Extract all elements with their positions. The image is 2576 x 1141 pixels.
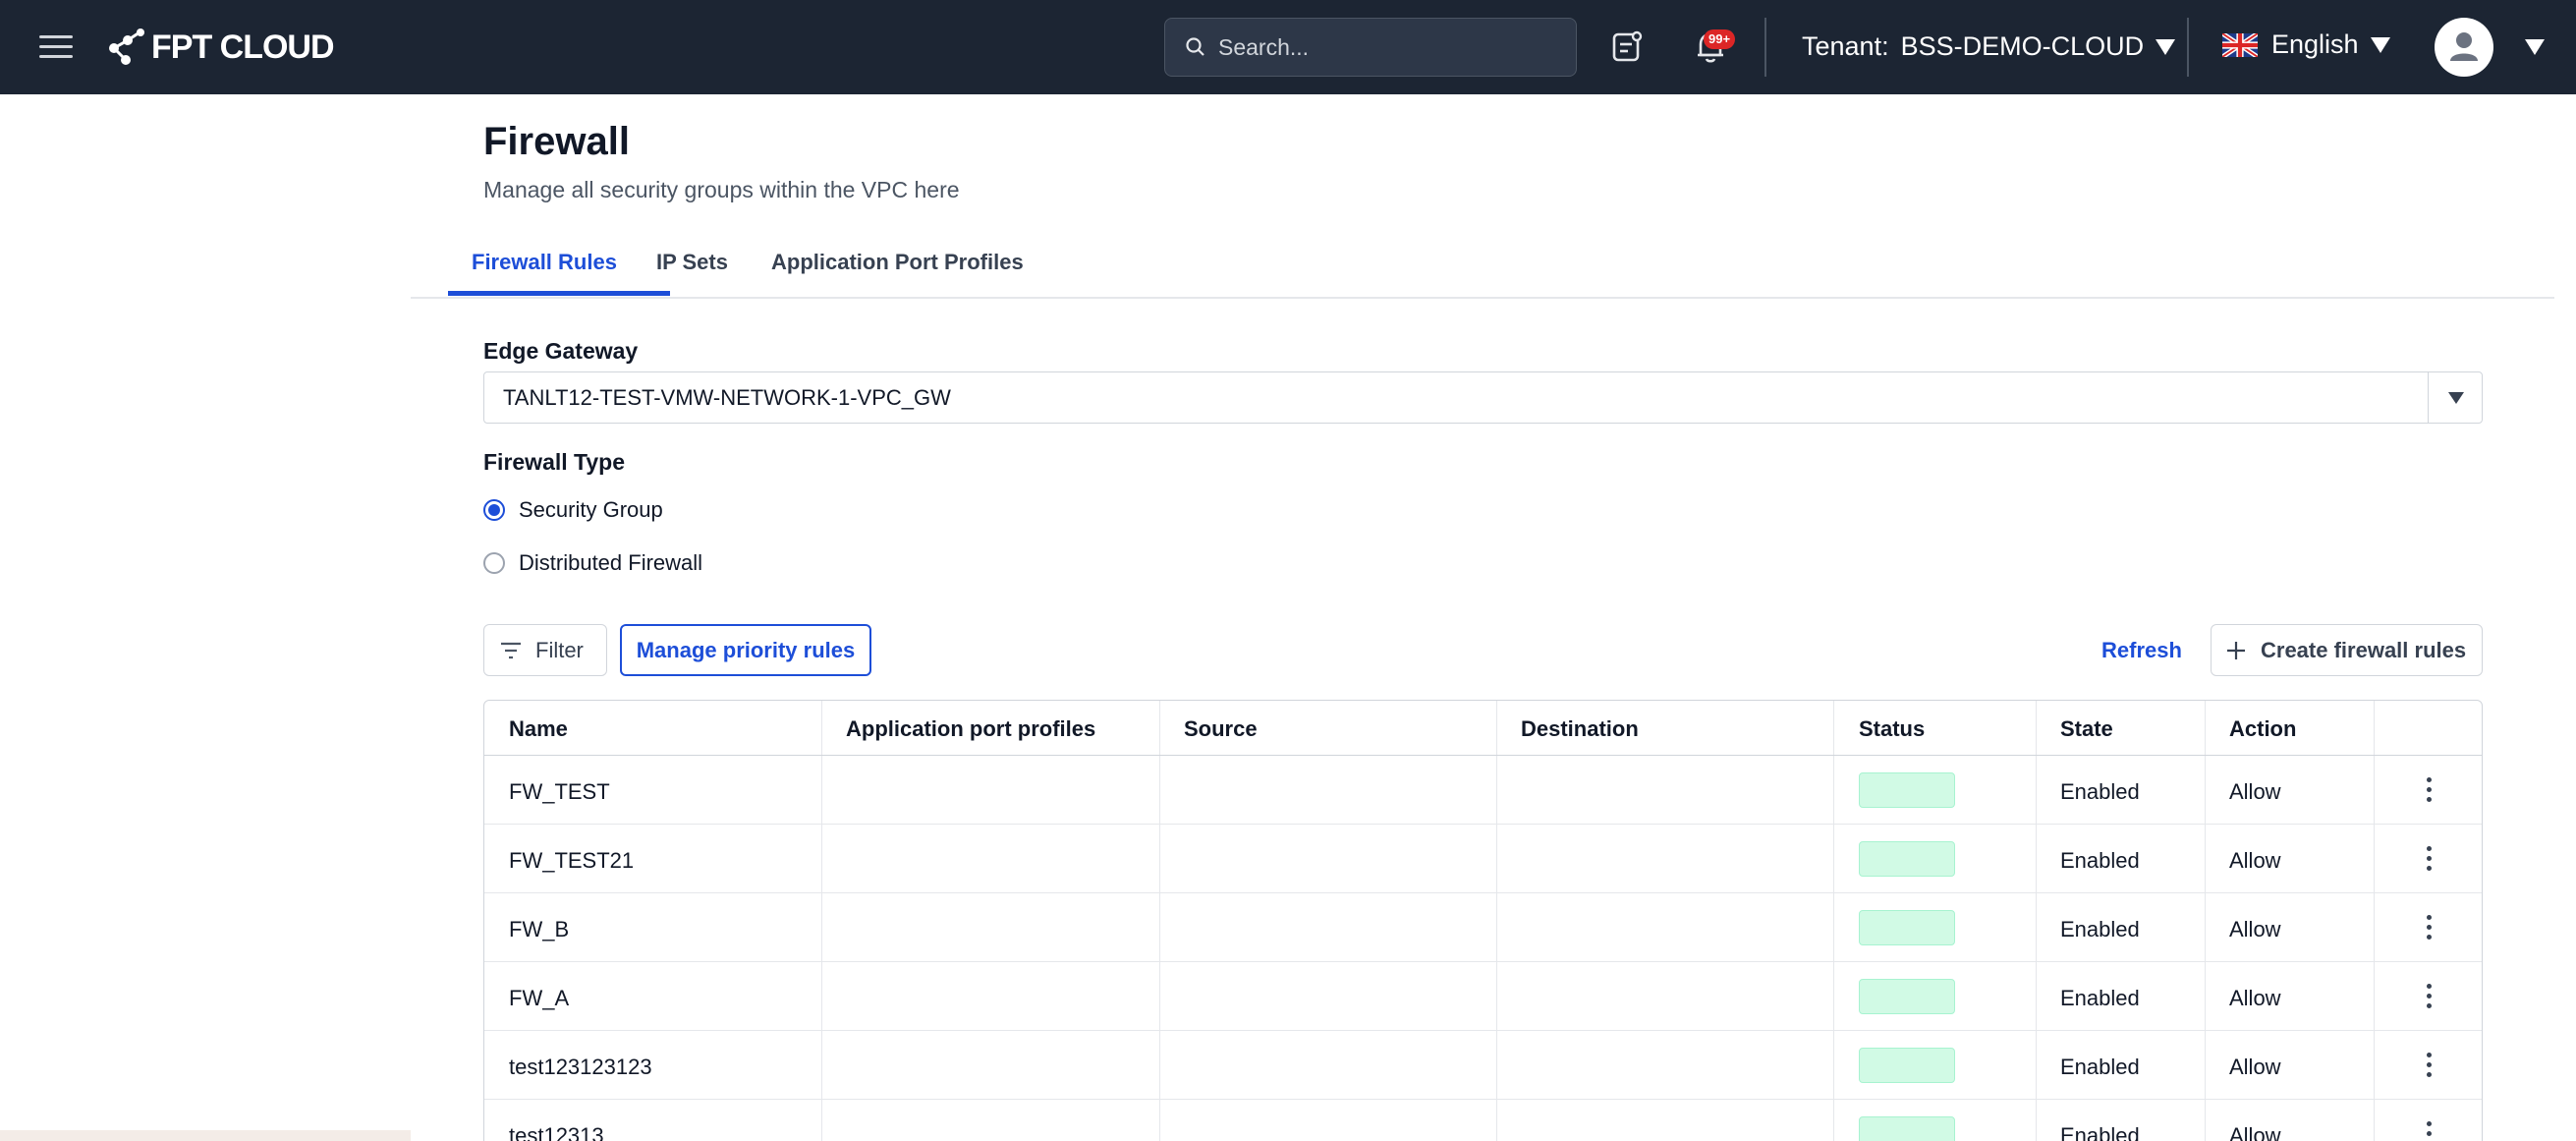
caret-down-icon — [2156, 38, 2176, 55]
rule-action: Allow — [2229, 1123, 2281, 1141]
filter-label: Filter — [535, 637, 584, 662]
user-icon — [2450, 32, 2478, 61]
top-navigation-bar: FPT CLOUD 99+ Tenant: BSS-DEMO-CLOUD — [0, 0, 2576, 94]
status-badge — [1859, 1116, 1955, 1141]
divider — [2187, 18, 2189, 77]
uk-flag-icon — [2222, 32, 2258, 57]
dropdown-arrow-icon[interactable] — [2428, 372, 2482, 423]
rule-action: Allow — [2229, 779, 2281, 804]
radio-distributed-firewall[interactable]: Distributed Firewall — [483, 550, 702, 576]
rule-action: Allow — [2229, 1055, 2281, 1079]
radio-label: Distributed Firewall — [519, 550, 703, 575]
table-row[interactable]: test123123123 Enabled Allow — [484, 1031, 2482, 1100]
rule-state: Enabled — [2060, 1055, 2140, 1079]
more-options-icon[interactable] — [2420, 913, 2439, 942]
more-options-icon[interactable] — [2420, 775, 2439, 805]
logo-network-icon — [109, 29, 144, 65]
status-badge — [1859, 979, 1955, 1014]
tasks-icon[interactable] — [1612, 29, 1644, 68]
status-badge — [1859, 910, 1955, 945]
scroll-edge — [0, 1130, 411, 1141]
column-header-status[interactable]: Status — [1859, 716, 1925, 742]
tab-firewall-rules[interactable]: Firewall Rules — [472, 250, 617, 275]
rule-name: FW_TEST — [509, 779, 610, 804]
rule-state: Enabled — [2060, 986, 2140, 1010]
filter-button[interactable]: Filter — [483, 624, 607, 676]
rule-state: Enabled — [2060, 1123, 2140, 1141]
language-label: English — [2271, 29, 2359, 59]
column-header-source[interactable]: Source — [1184, 716, 1258, 742]
status-badge — [1859, 772, 1955, 808]
plus-icon — [2227, 641, 2245, 659]
more-options-icon[interactable] — [2420, 982, 2439, 1011]
table-row[interactable]: FW_TEST Enabled Allow — [484, 756, 2482, 825]
rule-name: FW_A — [509, 986, 570, 1010]
page-subtitle: Manage all security groups within the VP… — [483, 177, 960, 202]
search-icon — [1186, 37, 1204, 56]
rule-state: Enabled — [2060, 917, 2140, 941]
manage-priority-rules-button[interactable]: Manage priority rules — [620, 624, 871, 676]
rule-action: Allow — [2229, 917, 2281, 941]
user-menu-caret-icon[interactable] — [2525, 39, 2545, 55]
column-header-destination[interactable]: Destination — [1521, 716, 1639, 742]
page-title: Firewall — [483, 120, 630, 163]
tab-application-port-profiles[interactable]: Application Port Profiles — [771, 250, 1024, 275]
rule-name: FW_TEST21 — [509, 848, 635, 873]
notification-badge: 99+ — [1704, 29, 1736, 49]
firewall-type-label: Firewall Type — [483, 449, 626, 475]
table-row[interactable]: test12313 Enabled Allow — [484, 1100, 2482, 1141]
create-firewall-rules-button[interactable]: Create firewall rules — [2211, 624, 2483, 676]
rule-action: Allow — [2229, 848, 2281, 873]
table-row[interactable]: FW_B Enabled Allow — [484, 893, 2482, 962]
tab-ip-sets[interactable]: IP Sets — [656, 250, 728, 275]
column-header-action[interactable]: Action — [2229, 716, 2296, 742]
caret-down-icon — [2370, 36, 2390, 53]
status-badge — [1859, 1048, 1955, 1083]
rule-state: Enabled — [2060, 779, 2140, 804]
tenant-selector[interactable]: Tenant: BSS-DEMO-CLOUD — [1802, 31, 2176, 62]
divider — [1764, 18, 1766, 77]
edge-gateway-select[interactable]: TANLT12-TEST-VMW-NETWORK-1-VPC_GW — [483, 371, 2483, 424]
user-avatar[interactable] — [2435, 18, 2493, 77]
more-options-icon[interactable] — [2420, 1051, 2439, 1080]
radio-button[interactable] — [483, 552, 505, 574]
table-header: Name Application port profiles Source De… — [484, 701, 2482, 756]
tab-bar: Firewall Rules IP Sets Application Port … — [411, 242, 2554, 299]
rule-name: FW_B — [509, 917, 570, 941]
more-options-icon[interactable] — [2420, 844, 2439, 874]
radio-security-group[interactable]: Security Group — [483, 497, 663, 523]
active-tab-indicator — [448, 291, 670, 296]
filter-icon — [501, 642, 521, 658]
brand-logo[interactable]: FPT CLOUD — [104, 26, 335, 69]
rule-name: test123123123 — [509, 1055, 652, 1079]
table-row[interactable]: FW_TEST21 Enabled Allow — [484, 825, 2482, 893]
edge-gateway-label: Edge Gateway — [483, 338, 639, 364]
hamburger-menu-icon[interactable] — [39, 31, 77, 63]
edge-gateway-value: TANLT12-TEST-VMW-NETWORK-1-VPC_GW — [503, 385, 951, 410]
refresh-button[interactable]: Refresh — [2093, 624, 2191, 676]
rule-name: test12313 — [509, 1123, 604, 1141]
column-header-state[interactable]: State — [2060, 716, 2113, 742]
language-selector[interactable]: English — [2222, 29, 2390, 60]
column-header-name[interactable]: Name — [509, 716, 568, 742]
search-input[interactable] — [1218, 33, 1552, 61]
tenant-value: BSS-DEMO-CLOUD — [1900, 31, 2145, 61]
radio-button-checked[interactable] — [483, 499, 505, 521]
tenant-label: Tenant: — [1802, 31, 1889, 61]
more-options-icon[interactable] — [2420, 1119, 2439, 1141]
brand-name: FPT CLOUD — [151, 28, 335, 66]
radio-label: Security Group — [519, 497, 663, 522]
create-label: Create firewall rules — [2261, 637, 2467, 662]
table-row[interactable]: FW_A Enabled Allow — [484, 962, 2482, 1031]
rule-action: Allow — [2229, 986, 2281, 1010]
firewall-rules-table: Name Application port profiles Source De… — [483, 700, 2483, 1141]
global-search[interactable] — [1164, 18, 1577, 77]
rule-state: Enabled — [2060, 848, 2140, 873]
column-header-app-port-profiles[interactable]: Application port profiles — [846, 716, 1095, 742]
status-badge — [1859, 841, 1955, 877]
